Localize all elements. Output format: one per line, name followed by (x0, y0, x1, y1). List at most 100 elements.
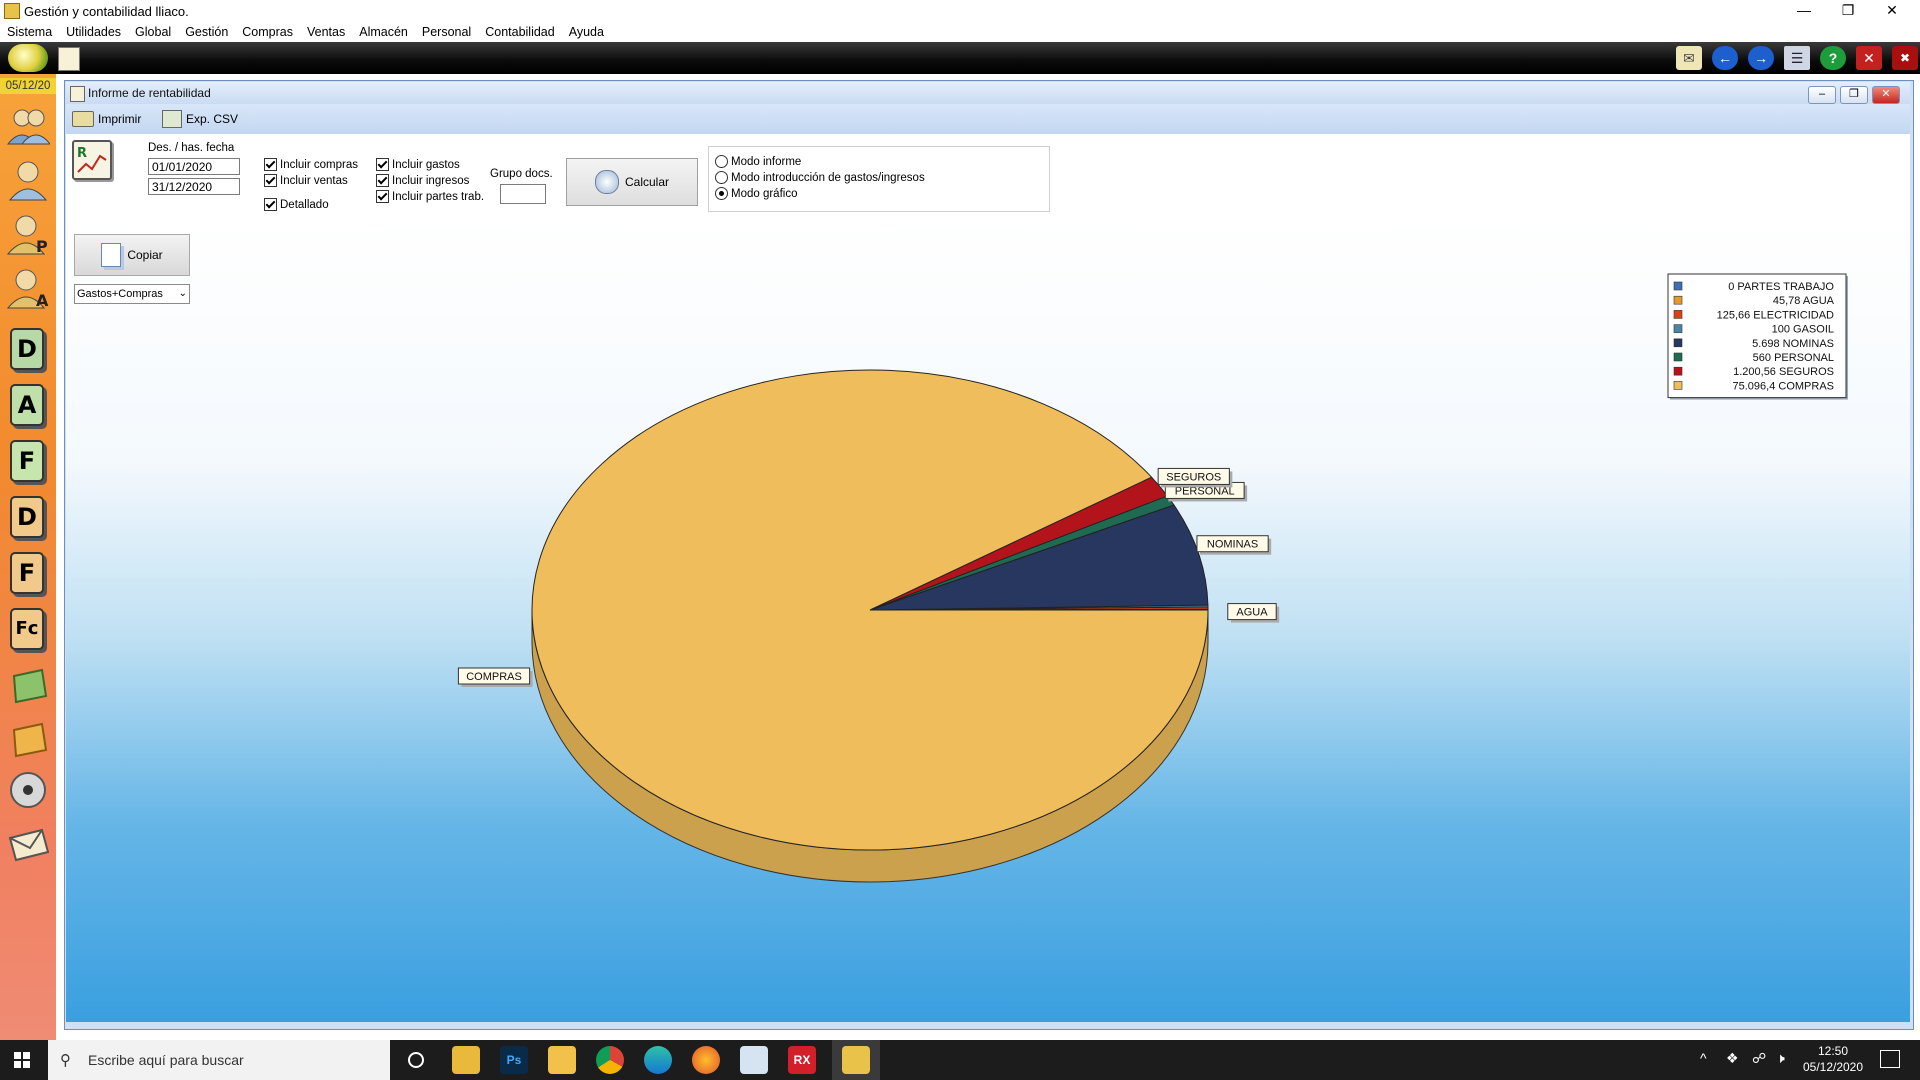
bag-green-icon[interactable] (6, 660, 50, 704)
detailed-label: Detallado (280, 198, 329, 211)
include-purchases-label: Incluir compras (280, 158, 358, 171)
report-window-title: Informe de rentabilidad (88, 86, 211, 100)
purchase-f-icon[interactable]: F (10, 552, 44, 594)
legend-swatch (1673, 366, 1683, 376)
legend-entry: 45,78 AGUA (1773, 295, 1835, 307)
checkbox-box (264, 158, 277, 171)
menu-sistema[interactable]: Sistema (0, 22, 59, 42)
clients-icon[interactable] (6, 104, 52, 148)
include-income-checkbox[interactable]: Incluir ingresos (376, 174, 469, 187)
task-view-icon[interactable] (408, 1052, 424, 1068)
include-expenses-checkbox[interactable]: Incluir gastos (376, 158, 460, 171)
win-restore-icon[interactable]: ❐ (1840, 86, 1868, 104)
delivery-note-d-icon[interactable]: D (10, 328, 44, 370)
mail-icon[interactable]: ✉ (1676, 46, 1702, 70)
report-toolbar: Imprimir Exp. CSV (66, 104, 1910, 134)
file-explorer-icon[interactable] (452, 1046, 480, 1074)
menu-utilidades[interactable]: Utilidades (59, 22, 128, 42)
mode-report-radio[interactable]: Modo informe (715, 155, 801, 168)
title-bar: Gestión y contabilidad lliaco. — ❐ ✕ (0, 0, 1920, 22)
invoice-f-icon[interactable]: F (10, 440, 44, 482)
chart-area: Copiar Gastos+Compras ⌄ AGUA NOMINAS PERSO… (66, 222, 1910, 1022)
menu-gestion[interactable]: Gestión (178, 22, 235, 42)
dropbox-icon[interactable]: ❖ (1726, 1050, 1739, 1067)
help-icon[interactable]: ? (1820, 46, 1846, 70)
legend-swatch (1673, 381, 1683, 390)
mode-entry-label: Modo introducción de gastos/ingresos (731, 171, 925, 184)
print-button[interactable]: Imprimir (72, 110, 141, 128)
report-window-icon[interactable] (58, 47, 80, 71)
clock-time[interactable]: 12:50 (1800, 1044, 1866, 1058)
mode-chart-radio[interactable]: Modo gráfico (715, 187, 797, 200)
back-icon[interactable]: ← (1712, 46, 1738, 70)
svg-text:P: P (36, 237, 48, 256)
user-icon[interactable] (6, 158, 50, 202)
app-title: Gestión y contabilidad lliaco. (24, 4, 189, 19)
legend-swatch (1673, 281, 1683, 291)
windows-start-icon[interactable] (14, 1052, 30, 1068)
include-income-label: Incluir ingresos (392, 174, 470, 187)
lliaco-app-icon[interactable] (842, 1046, 870, 1074)
export-csv-button[interactable]: Exp. CSV (162, 110, 238, 128)
date-from-field[interactable] (148, 158, 240, 175)
include-worksheets-checkbox[interactable]: Incluir partes trab. (376, 190, 484, 203)
pie-slice-compras (531, 369, 1209, 851)
clock-date[interactable]: 05/12/2020 (1796, 1060, 1870, 1074)
include-sales-checkbox[interactable]: Incluir ventas (264, 174, 348, 187)
restore-icon[interactable]: ❐ (1826, 0, 1870, 22)
firefox-icon[interactable] (692, 1046, 720, 1074)
include-worksheets-label: Incluir partes trab. (392, 190, 485, 203)
include-purchases-checkbox[interactable]: Incluir compras (264, 158, 358, 171)
mode-chart-label: Modo gráfico (731, 187, 798, 200)
fc-icon[interactable]: Fc (10, 608, 44, 650)
legend-entry: 100 GASOIL (1772, 324, 1834, 336)
provider-icon[interactable]: P (6, 212, 50, 256)
albaran-a-icon[interactable]: A (10, 384, 44, 426)
menu-compras[interactable]: Compras (235, 22, 300, 42)
windows-icon[interactable]: ☰ (1784, 46, 1810, 70)
tray-chevron-icon[interactable]: ^ (1700, 1050, 1707, 1066)
report-window-titlebar: Informe de rentabilidad – ❐ ✕ (66, 82, 1910, 104)
radio-circle (715, 187, 728, 200)
forward-icon[interactable]: → (1748, 46, 1774, 70)
app-window-icon[interactable] (740, 1046, 768, 1074)
radio-circle (715, 155, 728, 168)
agent-icon[interactable]: A (6, 266, 50, 310)
chrome-icon[interactable] (596, 1046, 624, 1074)
photoshop-icon[interactable]: Ps (500, 1046, 528, 1074)
menu-personal[interactable]: Personal (415, 22, 478, 42)
envelope-icon[interactable] (6, 822, 50, 866)
minimize-icon[interactable]: — (1782, 0, 1826, 22)
menu-global[interactable]: Global (128, 22, 178, 42)
taskbar-search-box[interactable]: ⚲ Escribe aquí para buscar (48, 1040, 390, 1080)
date-to-field[interactable] (148, 178, 240, 195)
calculate-button[interactable]: Calcular (566, 158, 698, 206)
menu-almacen[interactable]: Almacén (352, 22, 415, 42)
win-close-icon[interactable]: ✕ (1872, 86, 1900, 104)
calculate-label: Calcular (624, 175, 669, 189)
doc-group-field[interactable] (500, 184, 546, 204)
notifications-icon[interactable] (1880, 1050, 1900, 1068)
bag-orange-icon[interactable] (6, 714, 50, 758)
search-icon: ⚲ (60, 1052, 71, 1069)
close-window-icon[interactable]: ✕ (1856, 46, 1882, 70)
menu-contabilidad[interactable]: Contabilidad (478, 22, 562, 42)
volume-icon[interactable]: 🕨 (1776, 1050, 1785, 1067)
purchase-d-icon[interactable]: D (10, 496, 44, 538)
win-minimize-icon[interactable]: – (1808, 86, 1836, 104)
disc-search-icon[interactable] (6, 768, 50, 812)
home-orb-icon[interactable] (8, 44, 48, 72)
exit-icon[interactable]: ✖ (1892, 46, 1918, 70)
mail-app-icon[interactable] (548, 1046, 576, 1074)
edge-icon[interactable] (644, 1046, 672, 1074)
mode-entry-radio[interactable]: Modo introducción de gastos/ingresos (715, 171, 925, 184)
network-icon[interactable]: ☍ (1752, 1050, 1766, 1067)
rx-app-icon[interactable]: RX (788, 1046, 816, 1074)
detailed-checkbox[interactable]: Detallado (264, 198, 329, 211)
menu-ayuda[interactable]: Ayuda (562, 22, 611, 42)
pie-chart: AGUANOMINASPERSONALSEGUROSCOMPRAS 0 PART… (457, 273, 1848, 883)
menu-ventas[interactable]: Ventas (300, 22, 352, 42)
checkbox-box (376, 190, 389, 203)
close-icon[interactable]: ✕ (1870, 0, 1914, 22)
menu-bar: Sistema Utilidades Global Gestión Compra… (0, 22, 1920, 42)
